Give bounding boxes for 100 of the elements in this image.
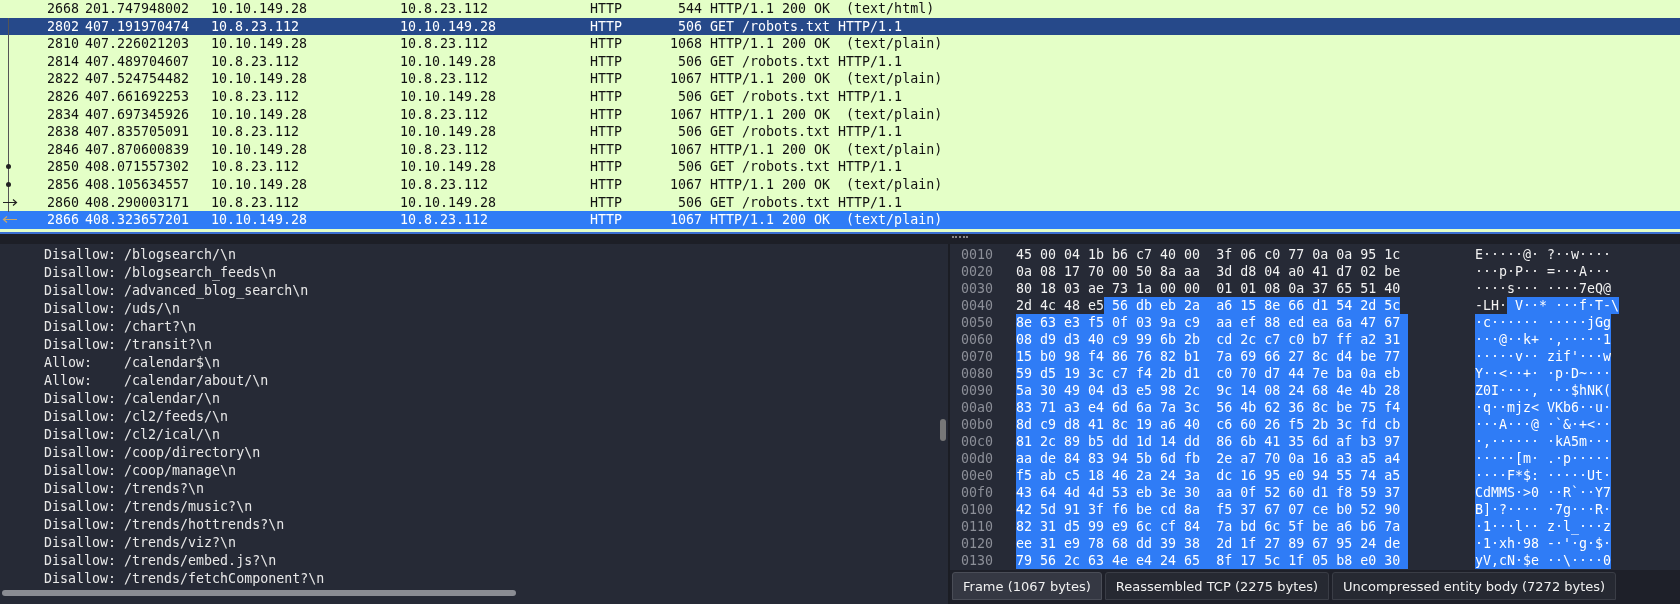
packet-source: 10.10.149.28 [210,105,309,124]
splitter-handle[interactable] [952,236,968,240]
packet-length: 1067 [668,140,702,159]
packet-protocol: HTTP [589,17,624,36]
packet-time: 407.226021203 [84,35,191,54]
packet-length: 544 [676,0,702,18]
packet-destination: 10.8.23.112 [399,70,490,89]
packet-destination: 10.8.23.112 [399,35,490,54]
detail-line[interactable]: Allow: /calendar/about/\n [44,372,948,390]
packet-info: HTTP/1.1 200 OK (text/plain) [709,70,944,89]
packet-info: HTTP/1.1 200 OK (text/plain) [709,211,944,230]
packet-row[interactable]: 2838 407.835705091 10.8.23.112 10.10.149.28 HTTP 506 GET /robots.txt HTTP/1.1 [0,123,1680,141]
packet-info: HTTP/1.1 200 OK (text/plain) [709,105,944,124]
packet-info: GET /robots.txt HTTP/1.1 [709,123,904,142]
selected-hex-bytes: 79 56 2c 63 4e e4 24 65 8f 17 5c 1f 05 b8 e0 30 [1016,552,1409,569]
bytes-tab[interactable]: Reassembled TCP (2275 bytes) [1104,572,1330,600]
byte-offset: 00d0 [960,450,995,467]
byte-offset: 0100 [960,501,995,518]
detail-line[interactable]: Disallow: /calendar/\n [44,390,948,408]
packet-destination: 10.10.149.28 [399,17,498,36]
selected-ascii-bytes: Z0I····, ···$hNK( [1475,382,1612,399]
detail-line[interactable]: Disallow: /trends/fetchComponent?\n [44,570,948,588]
packet-time: 408.071557302 [84,158,191,177]
detail-line[interactable]: Disallow: /chart?\n [44,318,948,336]
packet-length: 506 [676,158,702,177]
detail-line[interactable]: Disallow: /trends/hottrends?\n [44,516,948,534]
detail-line[interactable]: Allow: /calendar$\n [44,354,948,372]
detail-line[interactable]: Disallow: /uds/\n [44,300,948,318]
packet-row[interactable]: 2814 407.489704607 10.8.23.112 10.10.149.28 HTTP 506 GET /robots.txt HTTP/1.1 [0,52,1680,71]
bytes-tab[interactable]: Uncompressed entity body (7272 bytes) [1332,572,1617,600]
packet-length: 506 [676,17,702,36]
ascii-bytes: E·····@· ?··w···· [1475,246,1612,263]
packet-time: 201.747948002 [84,0,191,18]
byte-offset: 0030 [960,280,995,297]
selected-ascii-bytes: ·····v·· zif'···w [1475,348,1612,365]
byte-offset: 00b0 [960,416,995,433]
packet-row[interactable]: 2846 407.870600839 10.10.149.28 10.8.23.112 HTTP 1067 HTTP/1.1 200 OK (text/plain) [0,140,1680,159]
selected-ascii-bytes: ·1·xh·98 -·'·g·$· [1475,535,1612,552]
packet-number: 2856 [45,175,79,194]
packet-source: 10.10.149.28 [210,175,309,194]
packet-protocol: HTTP [589,52,624,71]
packet-source: 10.10.149.28 [210,0,309,18]
selected-ascii-bytes: yV,cN·$e ··\····0 [1475,552,1612,569]
packet-source: 10.8.23.112 [210,87,301,106]
packet-row[interactable]: 2834 407.697345926 10.10.149.28 10.8.23.112 HTTP 1067 HTTP/1.1 200 OK (text/plain) [0,105,1680,124]
packet-protocol: HTTP [589,211,624,230]
packet-length: 506 [676,87,702,106]
packet-row[interactable]: 2860 408.290003171 10.8.23.112 10.10.149.28 HTTP 506 GET /robots.txt HTTP/1.1 [0,193,1680,212]
selected-hex-bytes: aa de 84 83 94 5b 6d fb 2e a7 70 0a 16 a3 a5 a4 [1016,450,1409,467]
scrollbar-thumb[interactable] [2,590,516,596]
packet-row[interactable]: 2668 201.747948002 10.10.149.28 10.8.23.112 HTTP 544 HTTP/1.1 200 OK (text/html) [0,0,1680,18]
packet-info: GET /robots.txt HTTP/1.1 [709,158,904,177]
byte-offset: 0060 [960,331,995,348]
scrollbar-thumb[interactable] [940,419,946,441]
detail-line[interactable]: Disallow: /trends/viz?\n [44,534,948,552]
packet-info: HTTP/1.1 200 OK (text/html) [709,0,936,18]
packet-length: 506 [676,52,702,71]
byte-offset: 0040 [960,297,995,314]
detail-line[interactable]: Disallow: /coop/directory\n [44,444,948,462]
packet-info: GET /robots.txt HTTP/1.1 [709,17,904,36]
packet-row[interactable]: 2850 408.071557302 10.8.23.112 10.10.149.28 HTTP 506 GET /robots.txt HTTP/1.1 [0,158,1680,176]
byte-offset: 0010 [960,246,995,263]
selected-hex-bytes: 82 31 d5 99 e9 6c cf 84 7a bd 6c 5f be a6 b6 7a [1016,518,1409,535]
detail-line[interactable]: Disallow: /coop/manage\n [44,462,948,480]
packet-info: HTTP/1.1 200 OK (text/plain) [709,35,944,54]
packet-protocol: HTTP [589,105,624,124]
packet-source: 10.8.23.112 [210,17,301,36]
packet-row[interactable]: 2856 408.105634557 10.10.149.28 10.8.23.112 HTTP 1067 HTTP/1.1 200 OK (text/plain) [0,175,1680,194]
selected-hex-bytes: 59 d5 19 3c c7 f4 2b d1 c0 70 d7 44 7e ba 0a eb [1016,365,1409,382]
bytes-tab[interactable]: Frame (1067 bytes) [952,572,1102,600]
byte-offset: 0020 [960,263,995,280]
packet-row[interactable]: 2866 408.323657201 10.10.149.28 10.8.23.112 HTTP 1067 HTTP/1.1 200 OK (text/plain) [0,211,1680,229]
packet-time: 408.290003171 [84,193,191,212]
detail-line[interactable]: Disallow: /trends/embed.js?\n [44,552,948,570]
detail-line[interactable]: Disallow: /trends?\n [44,480,948,498]
detail-line[interactable]: Disallow: /blogsearch/\n [44,246,948,264]
packet-info: HTTP/1.1 200 OK (text/plain) [709,140,944,159]
response-arrow-icon [2,215,18,225]
detail-line[interactable]: Disallow: /cl2/ical/\n [44,426,948,444]
packet-number: 2860 [45,193,79,212]
packet-row[interactable]: 2822 407.524754482 10.10.149.28 10.8.23.112 HTTP 1067 HTTP/1.1 200 OK (text/plain) [0,70,1680,88]
packet-length: 1067 [668,175,702,194]
packet-row[interactable]: 2802 407.191970474 10.8.23.112 10.10.149.28 HTTP 506 GET /robots.txt HTTP/1.1 [0,17,1680,36]
packet-source: 10.10.149.28 [210,211,309,230]
packet-row[interactable]: 2826 407.661692253 10.8.23.112 10.10.149.28 HTTP 506 GET /robots.txt HTTP/1.1 [0,87,1680,106]
ascii-bytes: ····s··· ····7eQ@ [1475,280,1612,297]
hex-bytes: 0a 08 17 70 00 50 8a aa 3d d8 04 a0 41 d7 02 be [1016,263,1401,280]
detail-line[interactable]: Disallow: /transit?\n [44,336,948,354]
selected-hex-bytes: 81 2c 89 b5 dd 1d 14 dd 86 6b 41 35 6d af b3 97 [1016,433,1409,450]
packet-row[interactable]: 2810 407.226021203 10.10.149.28 10.8.23.112 HTTP 1068 HTTP/1.1 200 OK (text/plain) [0,35,1680,53]
detail-line[interactable]: Disallow: /trends/music?\n [44,498,948,516]
packet-time: 407.835705091 [84,123,191,142]
packet-protocol: HTTP [589,123,624,142]
packet-source: 10.10.149.28 [210,70,309,89]
detail-line[interactable]: Disallow: /cl2/feeds/\n [44,408,948,426]
selected-ascii-bytes: ·1···l·· z·l_···z [1475,518,1612,535]
packet-destination: 10.8.23.112 [399,0,490,18]
selected-ascii-bytes: ·,······ ·kA5m··· [1475,433,1612,450]
detail-line[interactable]: Disallow: /blogsearch_feeds\n [44,264,948,282]
detail-line[interactable]: Disallow: /advanced_blog_search\n [44,282,948,300]
